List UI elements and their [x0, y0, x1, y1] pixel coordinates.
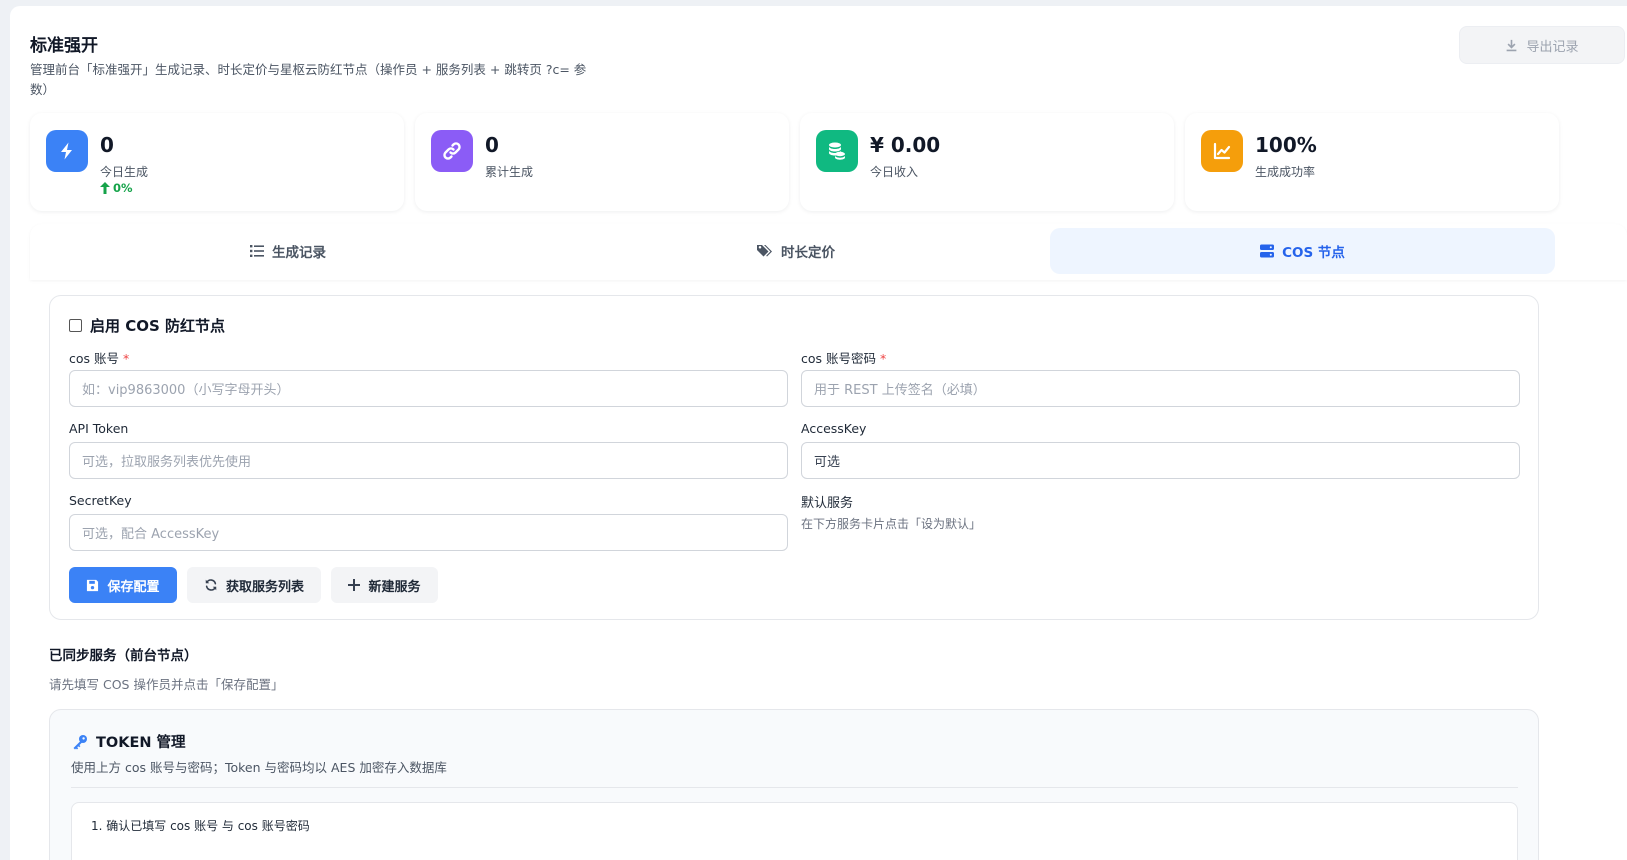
coins-icon [816, 130, 858, 172]
tab-duration-pricing[interactable]: 时长定价 [542, 228, 1050, 274]
enable-cos-checkbox[interactable] [69, 319, 82, 332]
page-description: 管理前台「标准强开」生成记录、时长定价与星枢云防红节点（操作员 + 服务列表 +… [30, 62, 587, 97]
stat-value: 0 [100, 133, 114, 157]
required-mark: * [123, 351, 130, 366]
token-description: 使用上方 cos 账号与密码；Token 与密码均以 AES 加密存入数据库 [71, 760, 447, 775]
stat-trend-value: 0% [113, 181, 133, 195]
fetch-services-label: 获取服务列表 [225, 579, 304, 595]
page-container: 标准强开 管理前台「标准强开」生成记录、时长定价与星枢云防红节点（操作员 + 服… [10, 6, 1627, 860]
default-service-hint: 在下方服务卡片点击「设为默认」 [801, 517, 982, 531]
token-step-1: 1. 确认已填写 cos 账号 与 cos 账号密码 [91, 819, 310, 833]
enable-cos-row: 启用 COS 防红节点 [69, 315, 225, 336]
fetch-services-button[interactable]: 获取服务列表 [187, 567, 321, 603]
save-config-button[interactable]: 保存配置 [69, 567, 177, 603]
floppy-disk-icon [87, 579, 99, 591]
default-service-label: 默认服务 [801, 496, 854, 511]
cos-account-input[interactable]: 如：vip9863000（小写字母开头） [69, 370, 788, 407]
token-title-row: TOKEN 管理 [72, 731, 186, 752]
server-icon [1260, 244, 1275, 258]
divider [71, 787, 1518, 788]
tab-label: 生成记录 [272, 245, 326, 261]
tab-label: COS 节点 [1282, 245, 1345, 261]
tab-bar: 生成记录 时长定价 COS 节点 [30, 224, 1627, 280]
synced-services-title: 已同步服务（前台节点） [49, 648, 198, 664]
stat-trend: 0% [100, 181, 133, 195]
link-icon [431, 130, 473, 172]
export-records-label: 导出记录 [1526, 39, 1579, 55]
access-key-label: AccessKey [801, 421, 867, 436]
cos-config-panel: 启用 COS 防红节点 cos 账号 * 如：vip9863000（小写字母开头）… [49, 295, 1539, 620]
tab-generation-records[interactable]: 生成记录 [34, 228, 542, 274]
stat-card-today-income: ¥ 0.00 今日收入 [800, 113, 1174, 211]
download-icon [1507, 39, 1517, 51]
cos-account-label: cos 账号 * [69, 348, 129, 367]
key-icon [73, 734, 87, 749]
arrow-up-icon [100, 182, 110, 194]
access-key-input[interactable]: 可选 [801, 442, 1520, 479]
stat-value: 100% [1255, 133, 1317, 157]
cos-account-label-text: cos 账号 [69, 351, 120, 366]
tab-label: 时长定价 [781, 245, 835, 261]
refresh-icon [205, 579, 217, 591]
token-management-card: TOKEN 管理 使用上方 cos 账号与密码；Token 与密码均以 AES … [49, 709, 1539, 860]
export-records-button[interactable]: 导出记录 [1459, 26, 1625, 64]
enable-cos-label: 启用 COS 防红节点 [90, 317, 226, 335]
chart-line-icon [1201, 130, 1243, 172]
page-title: 标准强开 [30, 36, 98, 56]
new-service-button[interactable]: 新建服务 [331, 567, 438, 603]
stat-label: 今日收入 [870, 165, 919, 179]
api-token-input[interactable]: 可选，拉取服务列表优先使用 [69, 442, 788, 479]
stat-label: 生成成功率 [1255, 165, 1316, 179]
stat-label: 今日生成 [100, 165, 149, 179]
tags-icon [757, 245, 772, 257]
secret-key-label: SecretKey [69, 493, 132, 508]
save-config-label: 保存配置 [107, 579, 160, 595]
stat-label: 累计生成 [485, 165, 534, 179]
stat-card-today-generated: 0 今日生成 0% [30, 113, 404, 211]
list-icon [250, 245, 264, 257]
cos-password-label-text: cos 账号密码 [801, 351, 877, 366]
stat-value: 0 [485, 133, 499, 157]
secret-key-input[interactable]: 可选，配合 AccessKey [69, 514, 788, 551]
token-steps-box: 1. 确认已填写 cos 账号 与 cos 账号密码 [71, 802, 1518, 860]
stat-card-total-generated: 0 累计生成 [415, 113, 789, 211]
cos-password-label: cos 账号密码 * [801, 348, 886, 367]
stat-card-success-rate: 100% 生成成功率 [1185, 113, 1559, 211]
tab-cos-node[interactable]: COS 节点 [1050, 228, 1555, 274]
token-title: TOKEN 管理 [96, 735, 186, 751]
api-token-label: API Token [69, 421, 129, 436]
synced-services-hint: 请先填写 COS 操作员并点击「保存配置」 [49, 677, 284, 692]
stat-value: ¥ 0.00 [870, 133, 941, 157]
cos-password-input[interactable]: 用于 REST 上传签名（必填） [801, 370, 1520, 407]
new-service-label: 新建服务 [368, 579, 421, 595]
bolt-icon [46, 130, 88, 172]
plus-icon [348, 579, 361, 591]
required-mark: * [880, 351, 887, 366]
